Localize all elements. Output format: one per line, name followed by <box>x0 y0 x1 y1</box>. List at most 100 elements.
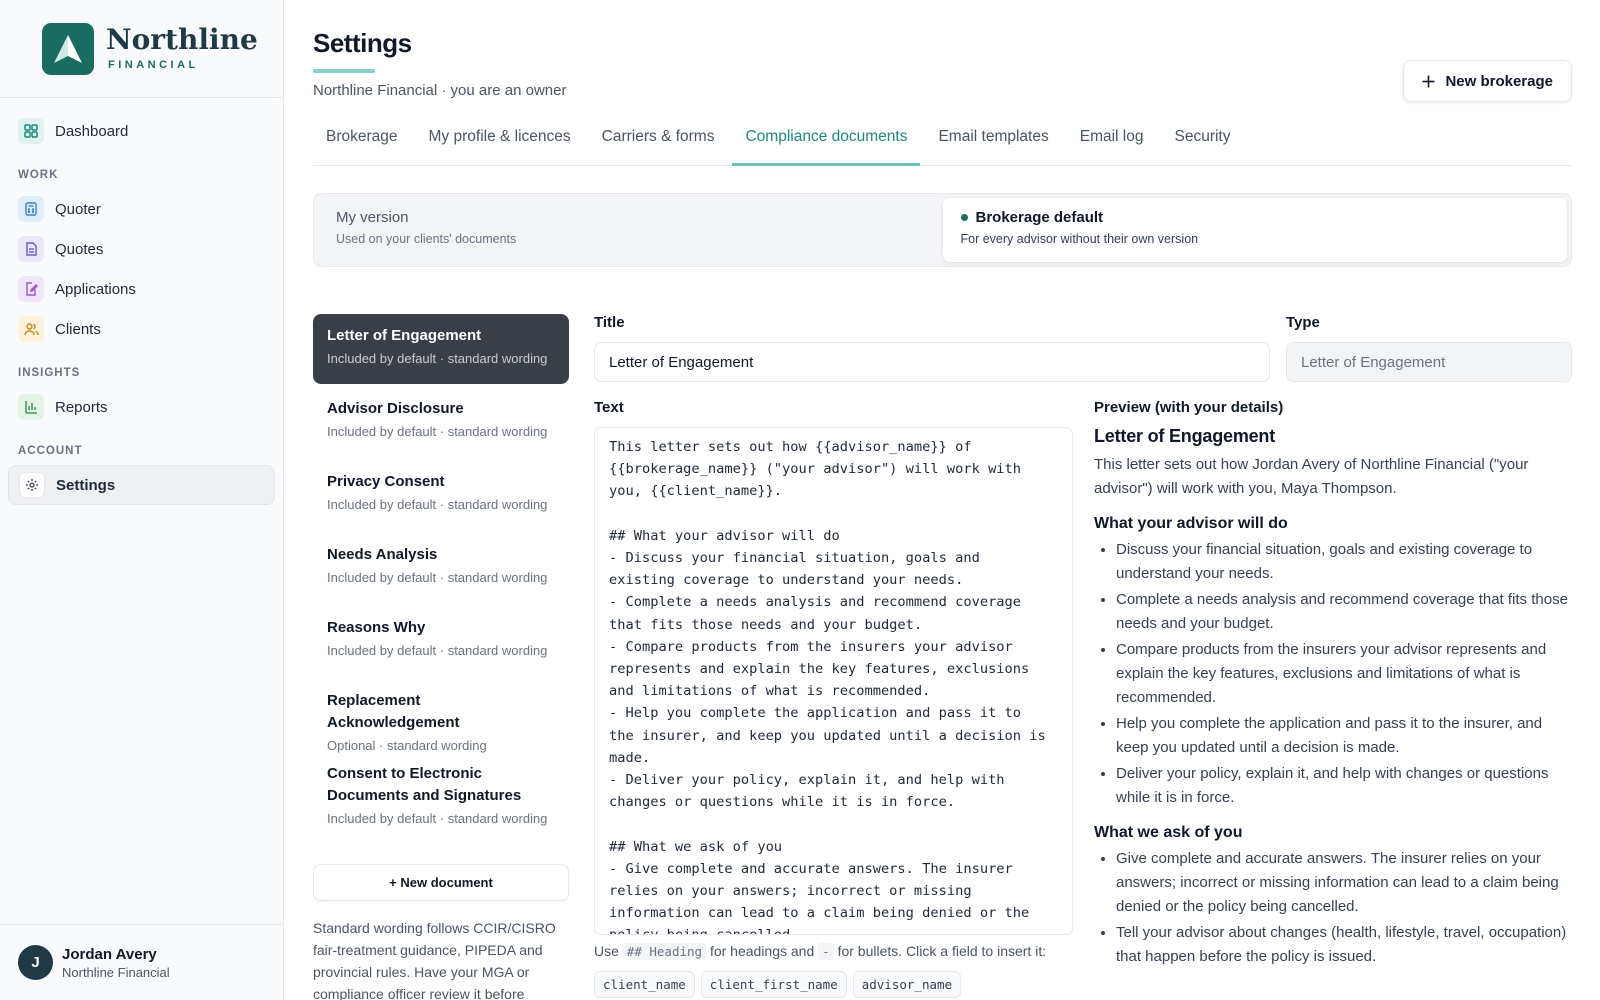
sidebar-item-dashboard[interactable]: Dashboard <box>8 111 275 151</box>
document-preview: Preview (with your details) Letter of En… <box>1094 399 1572 998</box>
avatar: J <box>18 945 53 980</box>
brand-logo[interactable]: Northline FINANCIAL <box>0 0 283 98</box>
tab-compliance-documents[interactable]: Compliance documents <box>732 126 921 166</box>
tab-profile-licences[interactable]: My profile & licences <box>416 126 584 166</box>
preview-list-item: Give complete and accurate answers. The … <box>1116 847 1572 919</box>
segment-description: Used on your clients' documents <box>336 232 517 246</box>
type-field: Letter of Engagement <box>1286 342 1572 382</box>
chip-client-name[interactable]: client_name <box>594 971 695 998</box>
document-item-needs-analysis[interactable]: Needs Analysis Included by default · sta… <box>313 533 569 603</box>
preview-label: Preview (with your details) <box>1094 399 1284 416</box>
brand-subtitle: FINANCIAL <box>108 59 199 71</box>
preview-list-item: Compare products from the insurers your … <box>1116 638 1572 710</box>
preview-intro: This letter sets out how Jordan Avery of… <box>1094 456 1529 497</box>
document-meta: Included by default · standard wording <box>327 424 548 439</box>
nav-section-account: ACCOUNT <box>18 445 83 457</box>
user-profile[interactable]: J Jordan Avery Northline Financial <box>0 924 283 1000</box>
document-name: Letter of Engagement <box>327 327 482 344</box>
brand-name: Northline <box>106 23 258 56</box>
heading-syntax-code: ## Heading <box>622 943 707 960</box>
sidebar-item-quoter[interactable]: Quoter <box>8 189 275 229</box>
tab-security[interactable]: Security <box>1161 126 1243 166</box>
users-icon <box>18 316 44 342</box>
calculator-icon <box>18 196 44 222</box>
sidebar-nav: Dashboard WORK Quoter Quotes Application… <box>0 98 283 513</box>
sidebar-item-label: Quoter <box>55 200 101 218</box>
active-dot-icon <box>960 213 968 221</box>
tab-brokerage[interactable]: Brokerage <box>313 126 411 166</box>
text-editor-textarea[interactable]: This letter sets out how {{advisor_name}… <box>594 427 1073 935</box>
preview-list: Discuss your financial situation, goals … <box>1094 538 1572 810</box>
standard-wording-note: Standard wording follows CCIR/CISRO fair… <box>313 920 556 1000</box>
new-brokerage-label: New brokerage <box>1445 72 1553 90</box>
preview-list-item: Help you complete the application and pa… <box>1116 712 1572 760</box>
settings-tabs: Brokerage My profile & licences Carriers… <box>313 126 1572 166</box>
document-name: Needs Analysis <box>327 546 438 563</box>
editor-hint: Use ## Heading for headings and - for bu… <box>594 943 1073 960</box>
segment-brokerage-default[interactable]: Brokerage default For every advisor with… <box>942 198 1567 262</box>
document-meta: Optional · standard wording <box>327 738 487 753</box>
preview-heading: What we ask of you <box>1094 824 1243 841</box>
document-item-privacy-consent[interactable]: Privacy Consent Included by default · st… <box>313 460 569 530</box>
bullet-syntax-code: - <box>818 943 834 960</box>
preview-list-item: Deliver your policy, explain it, and hel… <box>1116 762 1572 810</box>
new-document-button[interactable]: + New document <box>313 864 569 901</box>
sidebar-item-quotes[interactable]: Quotes <box>8 229 275 269</box>
document-item-advisor-disclosure[interactable]: Advisor Disclosure Included by default ·… <box>313 387 569 457</box>
sidebar-item-clients[interactable]: Clients <box>8 309 275 349</box>
document-icon <box>18 236 44 262</box>
document-meta: Included by default · standard wording <box>327 351 548 366</box>
segment-my-version[interactable]: My version Used on your clients' documen… <box>318 198 943 262</box>
document-name: Advisor Disclosure <box>327 400 464 417</box>
logo-icon <box>42 22 94 75</box>
compliance-body: Letter of Engagement Included by default… <box>313 314 1572 1000</box>
field-chips: client_name client_first_name advisor_na… <box>594 971 1073 998</box>
sidebar: Northline FINANCIAL Dashboard WORK Quote… <box>0 0 284 1000</box>
edit-document-icon <box>18 276 44 302</box>
document-meta: Included by default · standard wording <box>327 643 548 658</box>
hint-text: for headings and <box>709 943 815 959</box>
new-brokerage-button[interactable]: New brokerage <box>1403 60 1572 102</box>
document-meta: Included by default · standard wording <box>327 811 548 826</box>
version-toggle: My version Used on your clients' documen… <box>313 193 1572 267</box>
document-editor: Title Letter of Engagement Type Letter o… <box>594 314 1572 1000</box>
sidebar-item-label: Dashboard <box>55 122 129 140</box>
tab-email-log[interactable]: Email log <box>1067 126 1157 166</box>
segment-description: For every advisor without their own vers… <box>960 232 1199 246</box>
document-name: Replacement Acknowledgement <box>327 692 460 731</box>
document-name: Privacy Consent <box>327 473 445 490</box>
preview-list-item: Complete a needs analysis and recommend … <box>1116 588 1572 636</box>
chip-advisor-name[interactable]: advisor_name <box>852 971 962 998</box>
type-label: Type <box>1286 314 1320 331</box>
document-name: Consent to Electronic Documents and Sign… <box>327 765 522 804</box>
hint-text: for bullets. Click a field to insert it: <box>837 943 1047 959</box>
document-meta: Included by default · standard wording <box>327 570 548 585</box>
sidebar-item-settings[interactable]: Settings <box>8 465 275 505</box>
chip-client-first-name[interactable]: client_first_name <box>700 971 847 998</box>
document-name: Reasons Why <box>327 619 426 636</box>
hint-text: Use <box>594 943 619 959</box>
bar-chart-icon <box>18 394 44 420</box>
document-item-replacement-acknowledgement[interactable]: Replacement Acknowledgement Optional · s… <box>313 679 569 753</box>
preview-list: Give complete and accurate answers. The … <box>1094 847 1572 969</box>
sidebar-item-applications[interactable]: Applications <box>8 269 275 309</box>
document-item-electronic-consent[interactable]: Consent to Electronic Documents and Sign… <box>313 752 569 844</box>
title-label: Title <box>594 314 625 331</box>
sidebar-item-label: Quotes <box>55 240 104 258</box>
nav-section-insights: INSIGHTS <box>18 367 81 379</box>
user-name: Jordan Avery <box>62 945 157 963</box>
tab-carriers-forms[interactable]: Carriers & forms <box>589 126 728 166</box>
document-item-letter-of-engagement[interactable]: Letter of Engagement Included by default… <box>313 314 569 384</box>
sidebar-item-reports[interactable]: Reports <box>8 387 275 427</box>
tab-email-templates[interactable]: Email templates <box>925 126 1061 166</box>
preview-list-item: Tell your advisor about changes (health,… <box>1116 921 1572 969</box>
title-input[interactable]: Letter of Engagement <box>594 342 1270 382</box>
preview-list-item: Discuss your financial situation, goals … <box>1116 538 1572 586</box>
grid-icon <box>18 118 44 144</box>
text-label: Text <box>594 399 624 416</box>
document-item-reasons-why[interactable]: Reasons Why Included by default · standa… <box>313 606 569 676</box>
main-content: Settings Northline Financial · you are a… <box>284 0 1600 1000</box>
title-underline <box>313 69 375 73</box>
preview-heading: What your advisor will do <box>1094 515 1288 532</box>
user-org: Northline Financial <box>62 964 170 980</box>
